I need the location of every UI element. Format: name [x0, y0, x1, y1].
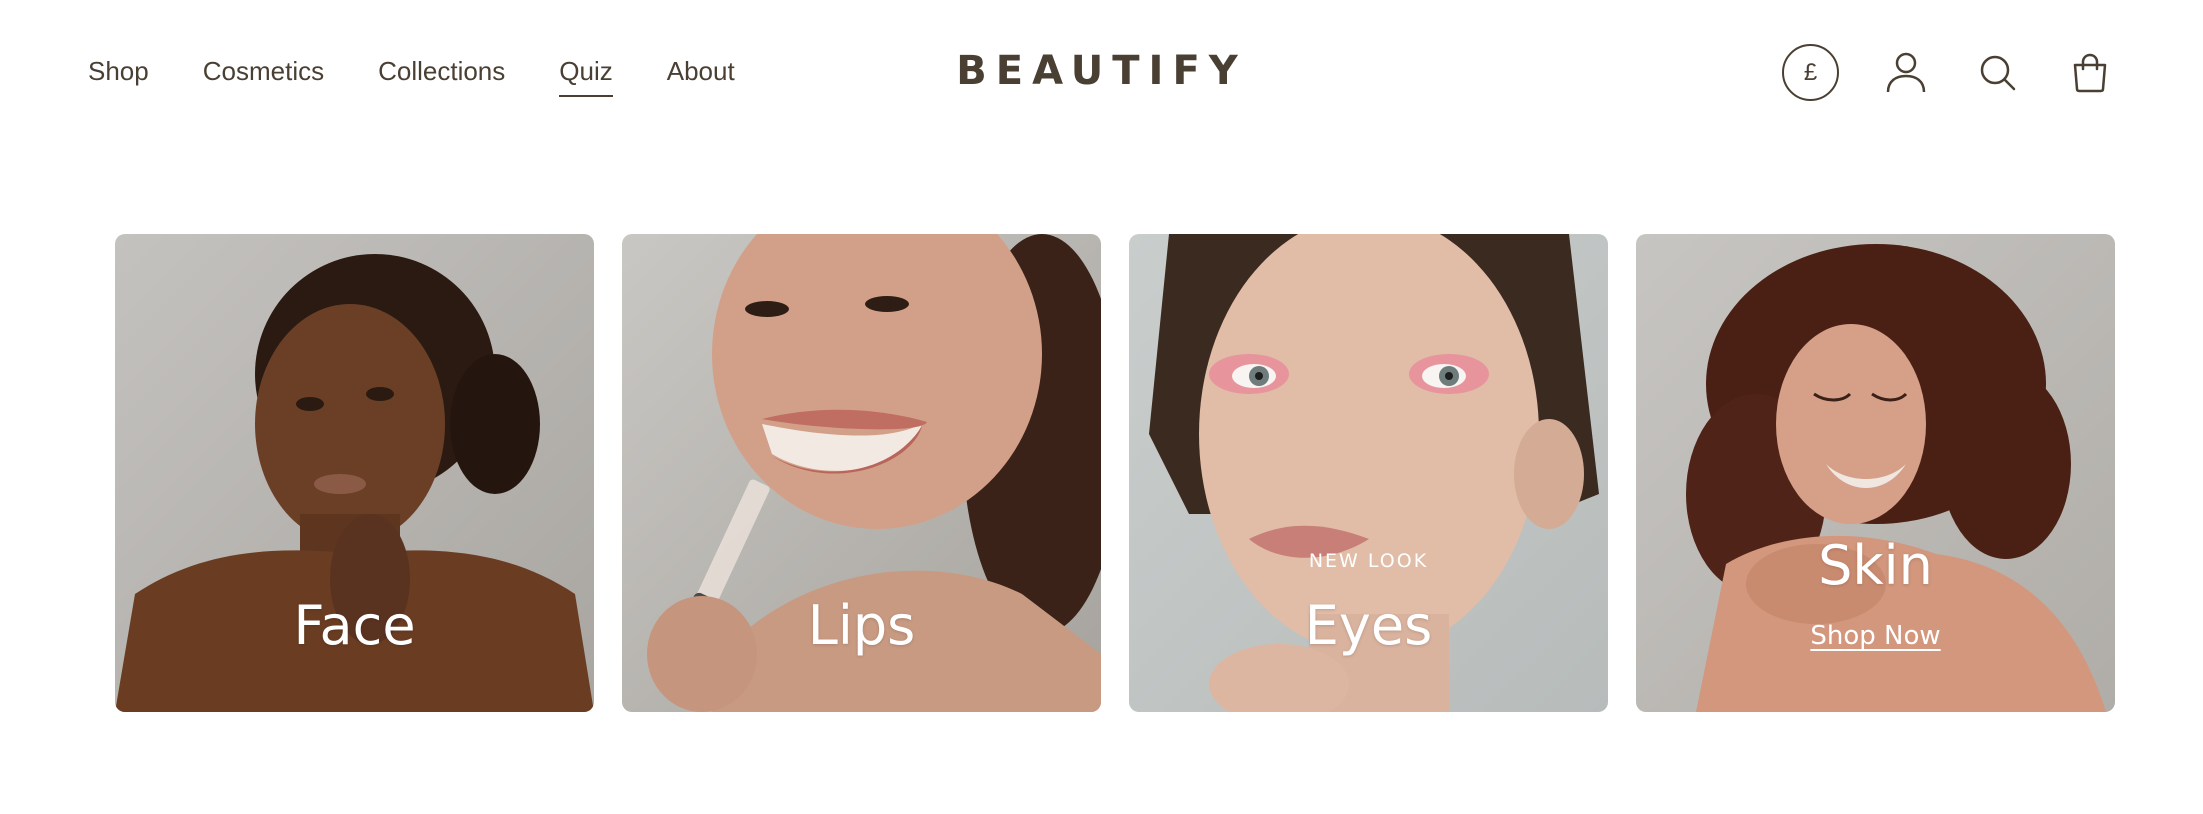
card-title-eyes: Eyes	[1304, 594, 1433, 657]
currency-icon: £	[1803, 58, 1818, 86]
account-icon	[1886, 52, 1926, 92]
search-button[interactable]	[1973, 48, 2023, 98]
currency-selector[interactable]: £	[1782, 44, 1839, 101]
search-icon	[1980, 55, 2016, 90]
shop-now-link[interactable]: Shop Now	[1810, 621, 1940, 651]
account-button[interactable]	[1881, 48, 1931, 98]
card-title-lips: Lips	[807, 594, 916, 657]
card-eyebrow-eyes: NEW LOOK	[1308, 550, 1429, 572]
card-title-skin: Skin	[1818, 534, 1933, 597]
header-actions: £	[1782, 44, 2115, 101]
category-card-eyes[interactable]: NEW LOOK Eyes	[1129, 234, 1608, 712]
card-title-face: Face	[293, 594, 416, 657]
category-card-skin[interactable]: Skin Shop Now	[1636, 234, 2115, 712]
category-card-face[interactable]: Face	[115, 234, 594, 712]
site-header: Shop Cosmetics Collections Quiz About BE…	[0, 0, 2203, 150]
cart-icon	[2073, 53, 2107, 92]
card-cta-skin: Shop Now	[1636, 621, 2115, 651]
category-card-lips[interactable]: Lips	[622, 234, 1101, 712]
category-cards: Face Lips NEW LOOK Eyes Skin Shop Now	[115, 234, 2115, 712]
cart-button[interactable]	[2065, 48, 2115, 98]
